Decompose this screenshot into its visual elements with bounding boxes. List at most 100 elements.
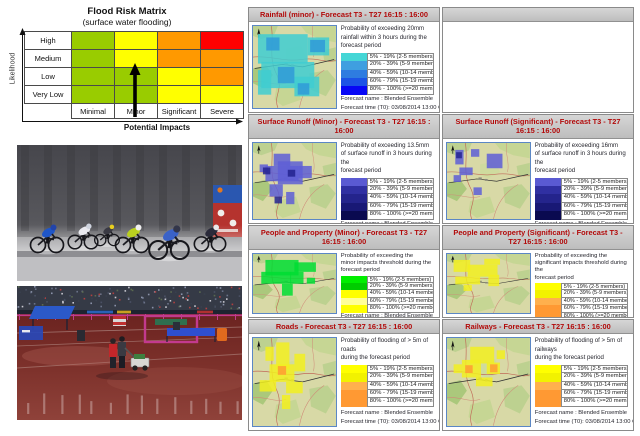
matrix-column-label: Minor — [115, 104, 157, 118]
forecast-name: Forecast name : Blended Ensemble — [535, 220, 630, 224]
forecast-panel-roads: Roads - Forecast T3 - T27 16:15 : 16:00 … — [248, 319, 440, 431]
forecast-panel-people-property-minor: People and Property (Minor) - Forecast T… — [248, 225, 440, 318]
legend-label: 80% - 100% (>=20 members) — [561, 397, 628, 406]
description-line: forecast period — [341, 167, 436, 176]
matrix-column-labels: MinimalMinorSignificantSevere — [71, 104, 244, 119]
legend-color-swatch — [535, 390, 561, 398]
forecast-name: Forecast name : Blended Ensemble — [341, 220, 436, 224]
description-line: of surface runoff in 3 hours during the — [341, 150, 436, 167]
forecast-name: Forecast name : Blended Ensemble — [341, 409, 436, 418]
legend-color-swatch — [535, 178, 561, 186]
matrix-column-label: Minimal — [72, 104, 114, 118]
matrix-risk-cell — [72, 32, 114, 49]
legend-color-swatch — [535, 194, 561, 202]
legend-row: 80% - 100% (>=20 members) — [535, 211, 628, 219]
matrix-risk-cell — [115, 86, 157, 103]
cycling-race-rain-photo — [17, 145, 242, 281]
legend-color-swatch — [535, 365, 561, 373]
matrix-risk-cell — [158, 86, 200, 103]
legend-row: 80% - 100% (>=20 members) — [341, 305, 434, 312]
legend-label: 80% - 100% (>=20 members) — [367, 304, 434, 312]
legend-color-swatch — [341, 398, 367, 406]
panel-description: Probability of flooding of > 5m of railw… — [535, 337, 630, 363]
matrix-risk-cell — [72, 50, 114, 67]
matrix-column-label: Significant — [158, 104, 200, 118]
flooded-track-photo — [17, 286, 242, 420]
probability-map — [446, 337, 531, 427]
legend-color-swatch — [535, 398, 561, 406]
forecast-panel-rainfall-minor: Rainfall (minor) - Forecast T3 - T27 16:… — [248, 7, 440, 113]
legend-label: 80% - 100% (>=20 members) — [561, 210, 628, 219]
probability-map — [252, 25, 337, 109]
matrix-risk-cell — [201, 32, 243, 49]
panel-footer: Forecast name : Blended Ensemble Forecas… — [535, 220, 630, 224]
panel-footer: Forecast name : Blended Ensemble Forecas… — [341, 95, 436, 113]
probability-legend: 5% - 19% (2-5 members)20% - 39% (5-9 mem… — [535, 283, 628, 318]
legend-color-swatch — [341, 53, 367, 61]
matrix-risk-cell — [115, 68, 157, 85]
legend-row: 80% - 100% (>=20 members) — [341, 211, 434, 219]
description-line: during the forecast period — [341, 354, 436, 363]
matrix-risk-cell — [158, 50, 200, 67]
empty-panel-header — [443, 8, 633, 22]
legend-color-swatch — [341, 186, 367, 194]
legend-color-swatch — [535, 305, 561, 312]
panel-footer: Forecast name : Blended Ensemble Forecas… — [341, 220, 436, 224]
panel-footer: Forecast name : Blended Ensemble Forecas… — [535, 409, 630, 427]
panel-description: Probability of exceeding theminor impact… — [341, 253, 436, 275]
legend-color-swatch — [341, 305, 367, 312]
panel-footer: Forecast name : Blended Ensemble Forecas… — [341, 409, 436, 427]
legend-label: 80% - 100% (>=20 members) — [367, 210, 434, 219]
legend-color-swatch — [341, 178, 367, 186]
panel-description: Probability of exceeding 13.5mmof surfac… — [341, 142, 436, 176]
legend-row: 80% - 100% (>=20 members) — [341, 398, 434, 406]
panel-title: Surface Runoff (Minor) - Forecast T3 - T… — [249, 115, 439, 139]
forecast-panel-surface-runoff-significant: Surface Runoff (Significant) - Forecast … — [442, 114, 634, 224]
description-line: during the forecast period — [535, 354, 630, 363]
forecast-name: Forecast name : Blended Ensemble — [535, 409, 630, 418]
legend-color-swatch — [341, 365, 367, 373]
probability-legend: 5% - 19% (2-5 members)20% - 39% (5-9 mem… — [535, 365, 628, 407]
panel-description: Probability of flooding of > 5m of roads… — [341, 337, 436, 363]
description-line: Probability of flooding of > 5m of roads — [341, 337, 436, 354]
legend-color-swatch — [341, 390, 367, 398]
legend-color-swatch — [341, 61, 367, 69]
matrix-subtitle: (surface water flooding) — [8, 17, 246, 27]
legend-label: 80% - 100% (>=20 members) — [367, 85, 434, 94]
panel-title: Rainfall (minor) - Forecast T3 - T27 16:… — [249, 8, 439, 22]
description-line: of surface runoff in 3 hours during the — [535, 150, 630, 167]
matrix-risk-cell — [115, 32, 157, 49]
matrix-risk-cell — [201, 86, 243, 103]
legend-color-swatch — [535, 290, 561, 297]
matrix-risk-cell — [201, 50, 243, 67]
description-line: Probability of exceeding 13.5mm — [341, 142, 436, 151]
legend-label: 80% - 100% (>=20 members) — [367, 397, 434, 406]
flood-risk-matrix: Flood Risk Matrix (surface water floodin… — [8, 6, 246, 132]
panel-title: Railways - Forecast T3 - T27 16:15 : 16:… — [443, 320, 633, 334]
legend-color-swatch — [535, 203, 561, 211]
legend-color-swatch — [341, 276, 367, 283]
forecast-name: Forecast name : Blended Ensemble — [341, 313, 436, 318]
matrix-row-label: Very Low — [25, 86, 71, 103]
description-line: Probability of exceeding 16mm — [535, 142, 630, 151]
matrix-row-label: High — [25, 32, 71, 49]
legend-label: 80% - 100% (>=20 members) — [561, 312, 628, 318]
probability-map — [252, 142, 337, 221]
description-line: forecast period — [341, 267, 436, 274]
forecast-time: Forecast time (T0): 03/08/2014 13:00 GMT — [535, 418, 630, 427]
matrix-risk-cell — [158, 68, 200, 85]
description-line: minor impacts threshold during the — [341, 260, 436, 267]
legend-color-swatch — [341, 382, 367, 390]
legend-color-swatch — [535, 298, 561, 305]
forecast-panel-railways: Railways - Forecast T3 - T27 16:15 : 16:… — [442, 319, 634, 431]
legend-row: 80% - 100% (>=20 members) — [341, 86, 434, 94]
legend-row: 80% - 100% (>=20 members) — [535, 313, 628, 318]
legend-color-swatch — [341, 290, 367, 297]
panel-footer: Forecast name : Blended Ensemble Forecas… — [341, 313, 436, 318]
description-line: Probability of flooding of > 5m of railw… — [535, 337, 630, 354]
description-line: forecast period — [341, 42, 436, 51]
description-line: Probability of exceeding the — [341, 253, 436, 260]
legend-color-swatch — [535, 373, 561, 381]
probability-map — [446, 142, 531, 221]
legend-row: 80% - 100% (>=20 members) — [535, 398, 628, 406]
